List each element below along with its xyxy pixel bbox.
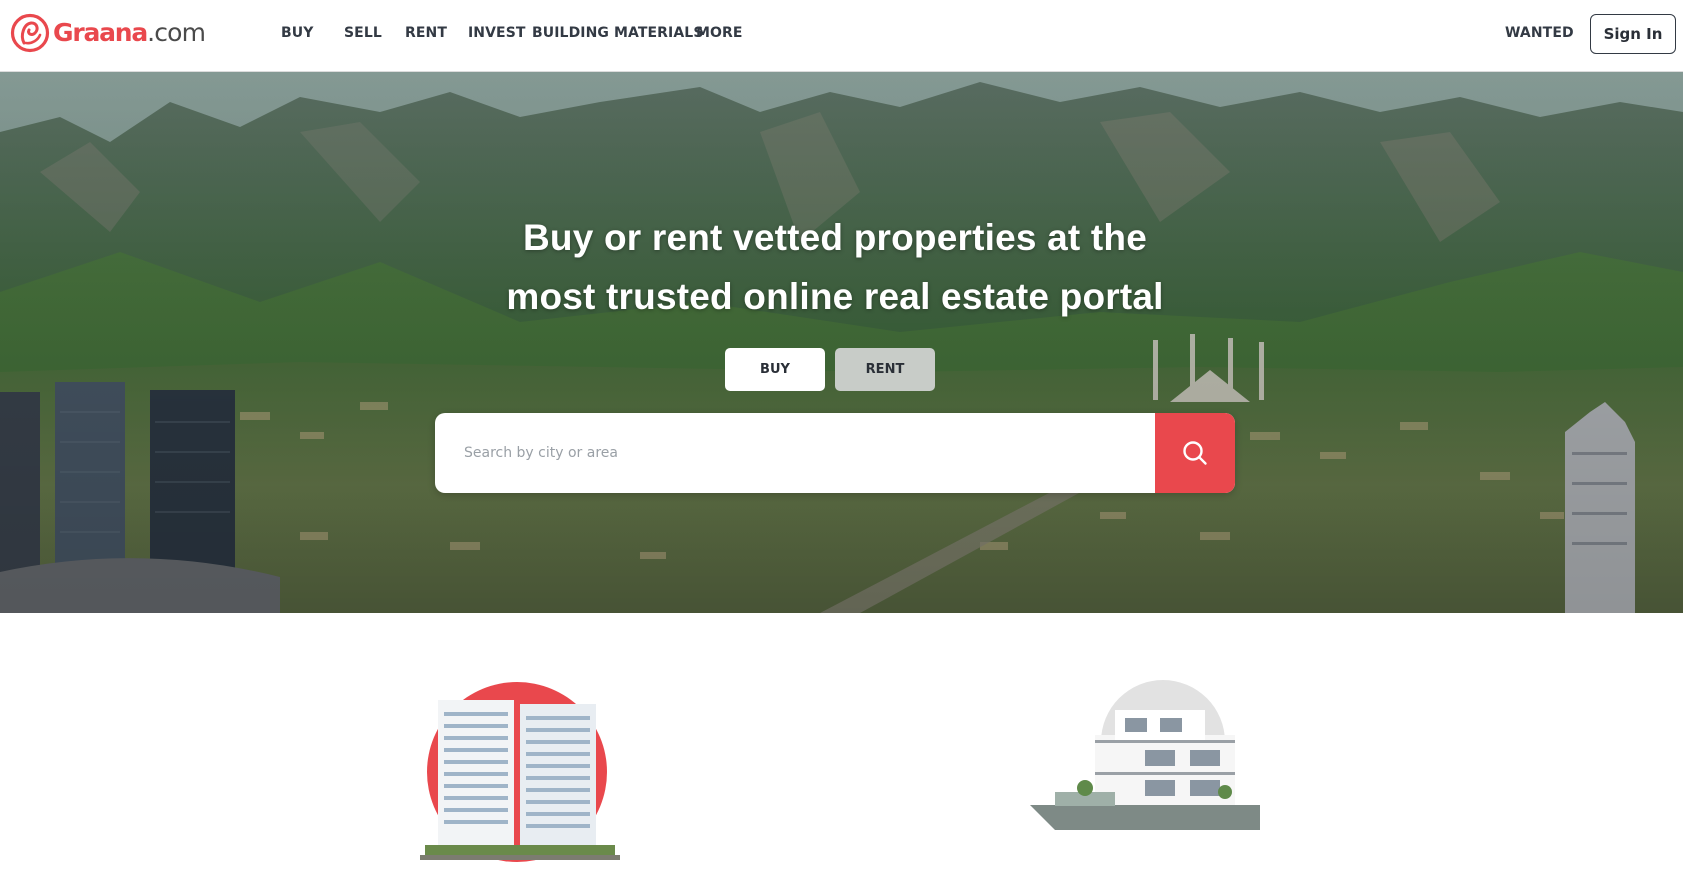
hero-headline-line-2: most trusted online real estate portal <box>506 276 1164 317</box>
nav-item-more[interactable]: MORE <box>696 24 743 42</box>
search-button[interactable] <box>1155 413 1235 493</box>
search-icon <box>1183 441 1207 465</box>
logo-name: Graana <box>53 18 148 47</box>
hero-background-landscape <box>0 72 1683 613</box>
logo-wordmark: Graana.com <box>53 13 206 53</box>
nav-item-buy[interactable]: BUY <box>281 24 313 42</box>
logo-domain: .com <box>147 18 206 47</box>
graana-logo-icon <box>10 13 50 53</box>
property-categories-section <box>0 613 1683 882</box>
modern-house-illustration[interactable] <box>1025 680 1265 840</box>
sign-in-button[interactable]: Sign In <box>1590 14 1676 54</box>
search-input[interactable] <box>435 413 1155 493</box>
tab-buy[interactable]: BUY <box>725 348 825 391</box>
nav-item-sell[interactable]: SELL <box>344 24 382 42</box>
nav-item-wanted[interactable]: WANTED <box>1505 24 1574 42</box>
tab-rent[interactable]: RENT <box>835 348 935 391</box>
hero-headline: Buy or rent vetted properties at the mos… <box>380 208 1290 326</box>
graana-logo[interactable]: Graana.com <box>10 13 206 53</box>
residential-tower-illustration[interactable] <box>410 680 630 865</box>
nav-item-building-materials[interactable]: BUILDING MATERIALS <box>532 24 704 42</box>
hero-headline-line-1: Buy or rent vetted properties at the <box>523 217 1147 258</box>
search-bar <box>435 413 1235 493</box>
hero-section: Buy or rent vetted properties at the mos… <box>0 72 1683 613</box>
nav-item-rent[interactable]: RENT <box>405 24 447 42</box>
nav-item-invest[interactable]: INVEST <box>468 24 526 42</box>
top-navigation-bar: Graana.com BUY SELL RENT INVEST BUILDING… <box>0 0 1683 72</box>
